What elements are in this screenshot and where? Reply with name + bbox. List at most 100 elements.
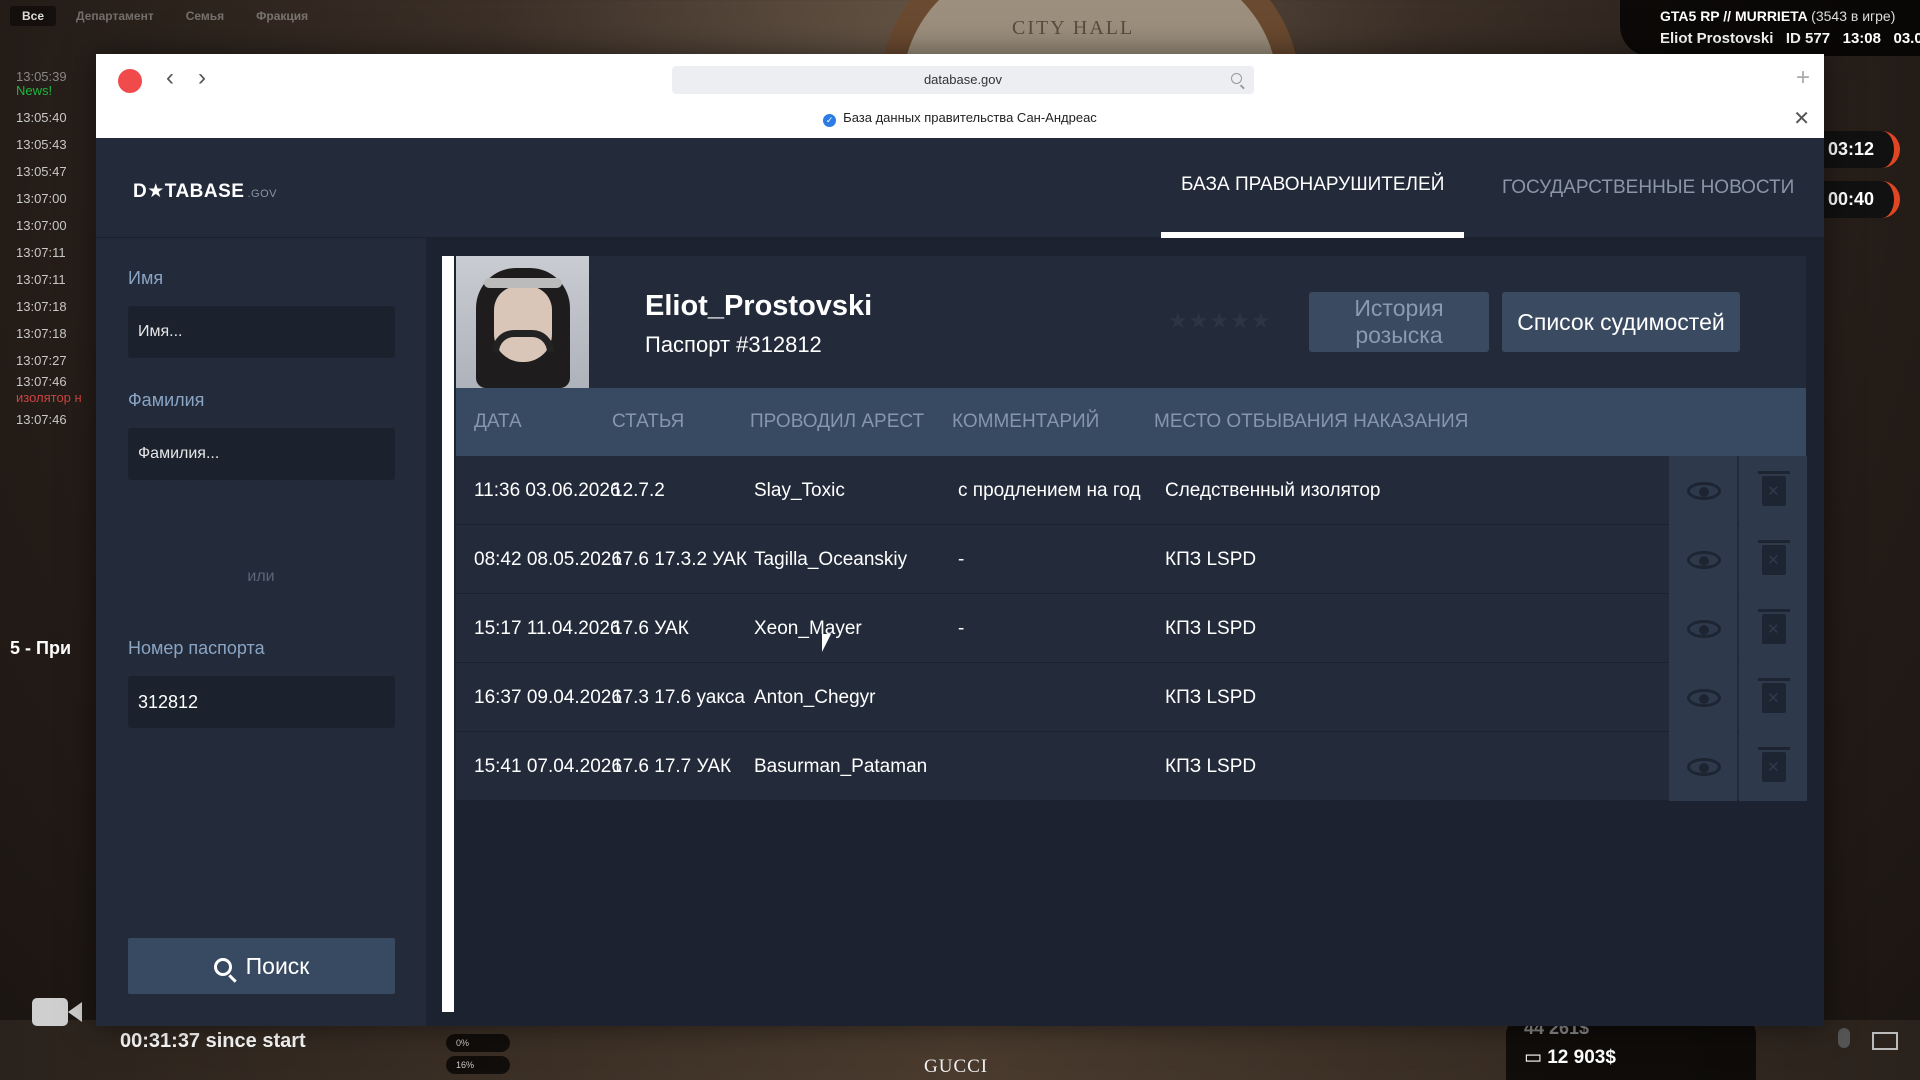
view-button[interactable] — [1669, 663, 1737, 732]
tab-government-news[interactable]: ГОСУДАРСТВЕННЫЕ НОВОСТИ — [1482, 138, 1814, 238]
delete-button[interactable] — [1739, 594, 1807, 663]
new-tab-icon[interactable]: + — [1796, 64, 1810, 92]
money-cash: ▭ 12 903$ — [1524, 1047, 1616, 1068]
chat-time: 13:07:46 — [16, 374, 67, 389]
mouse-cursor-icon — [822, 634, 831, 652]
hud-stats: 0% 16% — [446, 1034, 510, 1078]
notice-close-icon[interactable]: ✕ — [1793, 106, 1810, 131]
mail-icon[interactable] — [1872, 1032, 1898, 1050]
gucci-sign: GUCCI — [924, 1056, 989, 1077]
chat-time: 13:05:39 — [16, 69, 67, 84]
table-row: 15:41 07.04.2026 17.6 17.7 УАК Basurman_… — [456, 732, 1807, 801]
eye-icon — [1687, 482, 1721, 500]
site-logo[interactable]: D★TABASE .GOV — [133, 180, 277, 203]
chat-time: 13:07:00 — [16, 218, 67, 233]
logo-text: D★TABASE — [133, 181, 245, 202]
eye-icon — [1687, 689, 1721, 707]
header-comment: КОММЕНТАРИЙ — [952, 411, 1100, 432]
money-box: 44 261$ ▭ 12 903$ — [1506, 1018, 1756, 1080]
view-button[interactable] — [1669, 732, 1737, 801]
microphone-icon[interactable] — [1838, 1028, 1850, 1048]
hunger-stat: 0% — [446, 1034, 510, 1052]
chat-tab-all[interactable]: Все — [10, 6, 57, 26]
avatar — [456, 256, 589, 388]
close-window-button[interactable] — [118, 69, 142, 93]
eye-icon — [1687, 758, 1721, 776]
site-header: D★TABASE .GOV БАЗА ПРАВОНАРУШИТЕЛЕЙ ГОСУД… — [96, 138, 1824, 238]
chat-side-text: 5 - При — [10, 638, 72, 658]
camera-icon[interactable] — [32, 998, 82, 1026]
chat-news: News! — [16, 83, 53, 98]
cell-officer: Slay_Toxic — [754, 480, 845, 501]
convictions-list-button[interactable]: Список судимостей — [1502, 292, 1740, 352]
city-hall-sign: CITY HALL — [1012, 17, 1135, 39]
person-name: Eliot_Prostovski — [645, 290, 873, 322]
player-id: ID 577 — [1785, 30, 1831, 47]
passport-input[interactable] — [128, 676, 395, 728]
eye-icon — [1687, 620, 1721, 638]
cell-date: 08:42 08.05.2026 — [474, 549, 622, 570]
address-bar[interactable]: database.gov — [672, 66, 1254, 94]
chat-time: 13:05:47 — [16, 164, 67, 179]
first-name-input[interactable] — [128, 306, 395, 358]
profile-card: Eliot_Prostovski Паспорт #312812 ★★★★★ И… — [456, 256, 1806, 388]
delete-button[interactable] — [1739, 525, 1807, 594]
delete-button[interactable] — [1739, 456, 1807, 525]
cell-comment: с продлением на год — [958, 480, 1141, 501]
last-name-input[interactable] — [128, 428, 395, 480]
search-icon — [213, 957, 232, 976]
cell-officer: Basurman_Pataman — [754, 756, 928, 777]
delete-button[interactable] — [1739, 732, 1807, 801]
wanted-stars-icon: ★★★★★ — [1168, 308, 1272, 333]
trash-icon — [1758, 471, 1790, 506]
chat-tab-department[interactable]: Департамент — [64, 6, 166, 26]
chat-tab-family[interactable]: Семья — [174, 6, 236, 26]
header-date: ДАТА — [474, 411, 522, 432]
cell-date: 11:36 03.06.2026 — [474, 480, 621, 501]
chat-time: 13:07:27 — [16, 353, 67, 368]
player-name: Eliot Prostovski — [1660, 30, 1774, 47]
notice-text: База данных правительства Сан-Андреас — [843, 110, 1097, 125]
cell-place: Следственный изолятор — [1165, 480, 1381, 501]
wanted-history-button[interactable]: История розыска — [1309, 292, 1489, 352]
trash-icon — [1758, 678, 1790, 713]
game-time: 13:08 — [1842, 30, 1881, 47]
browser-toolbar: ‹ › database.gov + ✓ База данных правител… — [96, 54, 1824, 138]
search-button-label: Поиск — [245, 952, 310, 979]
site-notice: ✓ База данных правительства Сан-Андреас — [96, 110, 1824, 127]
main-content: Eliot_Prostovski Паспорт #312812 ★★★★★ И… — [426, 238, 1824, 1026]
thirst-stat: 16% — [446, 1056, 510, 1074]
cell-article: 17.6 17.3.2 УАК — [612, 549, 747, 570]
chat-tab-faction[interactable]: Фракция — [244, 6, 320, 26]
passport-number: Паспорт #312812 — [645, 332, 822, 357]
cell-date: 16:37 09.04.2026 — [474, 687, 622, 708]
view-button[interactable] — [1669, 456, 1737, 525]
verified-icon: ✓ — [823, 114, 837, 127]
forward-icon[interactable]: › — [198, 64, 206, 92]
chat-time: 13:07:11 — [16, 272, 66, 287]
search-button[interactable]: Поиск — [128, 938, 395, 994]
search-icon — [1231, 73, 1242, 84]
view-button[interactable] — [1669, 594, 1737, 663]
table-row: 08:42 08.05.2026 17.6 17.3.2 УАК Tagilla… — [456, 525, 1807, 594]
logo-suffix: .GOV — [247, 188, 277, 200]
cell-officer: Tagilla_Oceanskiy — [754, 549, 908, 570]
delete-button[interactable] — [1739, 663, 1807, 732]
last-name-label: Фамилия — [128, 390, 205, 410]
eye-icon — [1687, 551, 1721, 569]
trash-icon — [1758, 609, 1790, 644]
back-icon[interactable]: ‹ — [166, 64, 174, 92]
table-header: ДАТА СТАТЬЯ ПРОВОДИЛ АРЕСТ КОММЕНТАРИЙ М… — [456, 388, 1806, 456]
since-start-timer: 00:31:37 since start — [120, 1030, 306, 1052]
view-button[interactable] — [1669, 525, 1737, 594]
scrollbar[interactable] — [442, 256, 454, 1012]
game-date: 03.06 — [1893, 30, 1920, 47]
search-sidebar: Имя Фамилия или Номер паспорта Поиск — [96, 238, 426, 1026]
header-article: СТАТЬЯ — [612, 411, 685, 432]
passport-label: Номер паспорта — [128, 638, 265, 658]
or-divider: или — [247, 568, 275, 585]
chat-time: 13:07:46 — [16, 412, 67, 427]
tab-offenders-database[interactable]: БАЗА ПРАВОНАРУШИТЕЛЕЙ — [1161, 138, 1465, 238]
trash-icon — [1758, 540, 1790, 575]
trash-icon — [1758, 747, 1790, 782]
